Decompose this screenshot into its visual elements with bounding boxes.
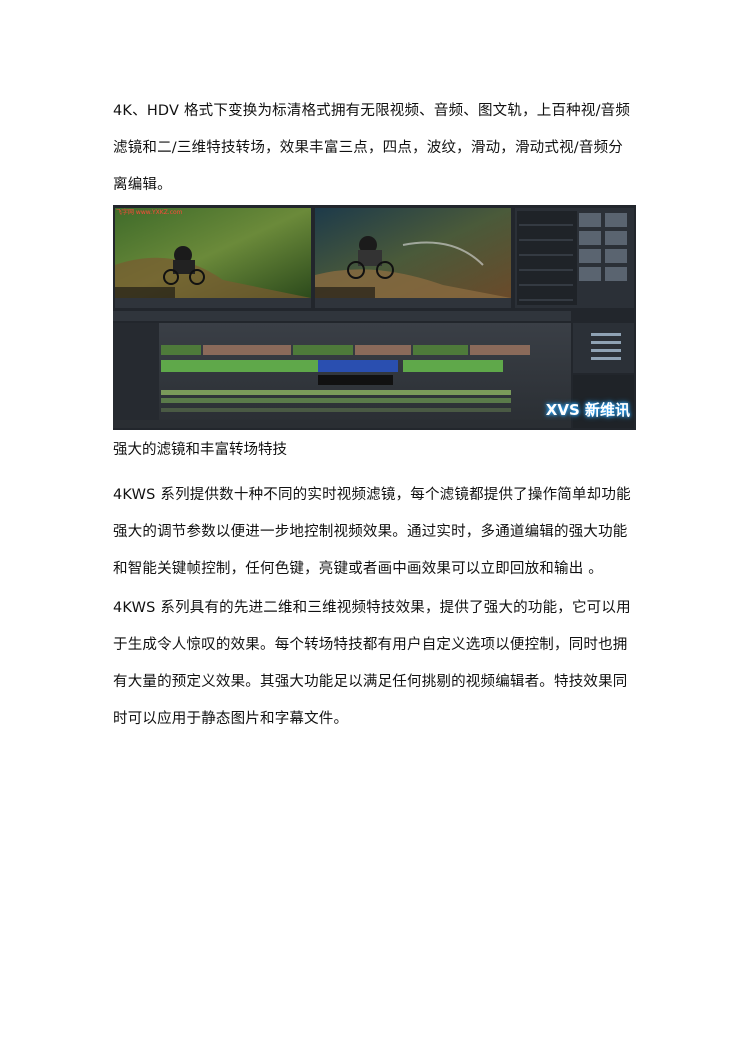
paragraph-line: 离编辑。 bbox=[113, 177, 172, 193]
section-heading: 强大的滤镜和丰富转场特技 bbox=[113, 442, 287, 458]
paragraph-filters: 4KWS 系列提供数十种不同的实时视频滤镜，每个滤镜都提供了操作简单却功能 强大… bbox=[113, 477, 638, 588]
paragraph-line: 和智能关键帧控制，任何色键，亮键或者画中画效果可以立即回放和输出 。 bbox=[113, 561, 603, 577]
paragraph-transitions: 4KWS 系列具有的先进二维和三维视频特技效果，提供了强大的功能，它可以用 于生… bbox=[113, 590, 638, 738]
paragraph-line: 4K、HDV 格式下变换为标清格式拥有无限视频、音频、图文轨，上百种视/音频 bbox=[113, 103, 631, 119]
paragraph-line: 时可以应用于静态图片和字幕文件。 bbox=[113, 711, 349, 727]
paragraph-line: 4KWS 系列提供数十种不同的实时视频滤镜，每个滤镜都提供了操作简单却功能 bbox=[113, 487, 631, 503]
paragraph-line: 于生成令人惊叹的效果。每个转场特技都有用户自定义选项以便控制，同时也拥 bbox=[113, 637, 628, 653]
editor-screenshot-image bbox=[113, 205, 636, 430]
brand-watermark: XVS 新维讯 bbox=[545, 401, 630, 419]
paragraph-line: 4KWS 系列具有的先进二维和三维视频特技效果，提供了强大的功能，它可以用 bbox=[113, 600, 631, 616]
editor-screenshot-figure: 飞字网 www.YXKZ.com XVS 新维讯 bbox=[113, 205, 636, 430]
paragraph-line: 强大的调节参数以便进一步地控制视频效果。通过实时，多通道编辑的强大功能 bbox=[113, 524, 628, 540]
paragraph-line: 有大量的预定义效果。其强大功能足以满足任何挑剔的视频编辑者。特技效果同 bbox=[113, 674, 628, 690]
site-watermark: 飞字网 www.YXKZ.com bbox=[116, 209, 183, 216]
paragraph-formats: 4K、HDV 格式下变换为标清格式拥有无限视频、音频、图文轨，上百种视/音频 滤… bbox=[113, 93, 638, 204]
paragraph-line: 滤镜和二/三维特技转场，效果丰富三点，四点，波纹，滑动，滑动式视/音频分 bbox=[113, 140, 623, 156]
